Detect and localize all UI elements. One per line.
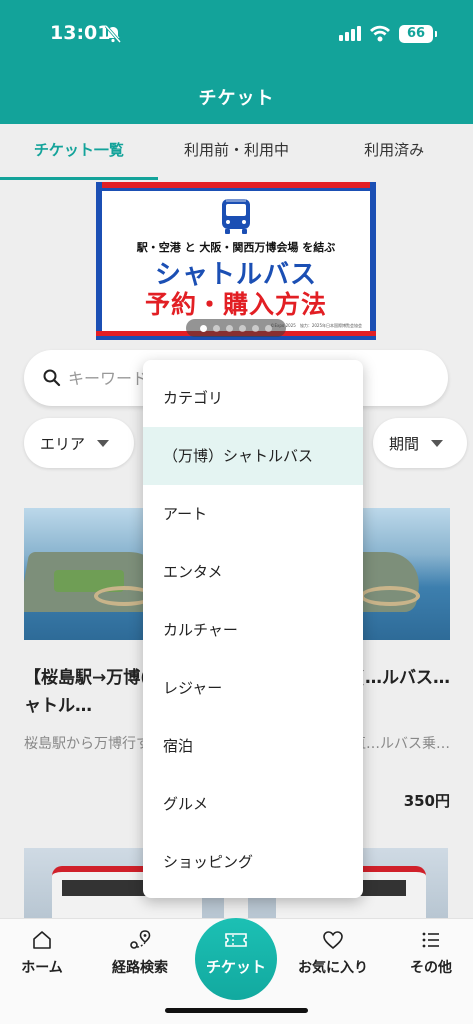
ticket-icon xyxy=(225,933,247,947)
menu-icon xyxy=(422,932,439,948)
carousel-indicator[interactable] xyxy=(186,319,286,337)
tab-before-in-use[interactable]: 利用前・利用中 xyxy=(158,124,316,182)
dropdown-item-lodging[interactable]: 宿泊 xyxy=(143,717,363,775)
dropdown-item-category[interactable]: カテゴリ xyxy=(143,369,363,427)
wifi-icon xyxy=(370,25,390,42)
banner-stripe xyxy=(96,188,376,191)
carousel-dot[interactable] xyxy=(200,324,207,332)
dropdown-item-gourmet[interactable]: グルメ xyxy=(143,775,363,833)
bus-icon xyxy=(222,199,250,234)
banner-headline-red: 予約・購入方法 xyxy=(144,290,327,319)
app-header: 13:01 66 チケット xyxy=(0,0,473,124)
dropdown-item-culture[interactable]: カルチャー xyxy=(143,601,363,659)
heart-icon xyxy=(323,931,343,950)
period-filter-button[interactable]: 期間 xyxy=(373,418,467,468)
dropdown-item-expo-shuttle-bus[interactable]: （万博）シャトルバス xyxy=(143,427,363,485)
carousel-dot[interactable] xyxy=(252,324,259,332)
carousel-dot[interactable] xyxy=(226,324,233,332)
bell-off-icon xyxy=(104,25,122,43)
home-indicator xyxy=(165,1008,308,1013)
dropdown-item-leisure[interactable]: レジャー xyxy=(143,659,363,717)
caret-down-icon xyxy=(97,439,110,447)
area-filter-button[interactable]: エリア xyxy=(24,418,134,468)
image-ring xyxy=(360,586,420,606)
dropdown-item-art[interactable]: アート xyxy=(143,485,363,543)
nav-home-label: ホーム xyxy=(21,960,63,976)
nav-ticket-button[interactable]: チケット xyxy=(195,918,277,1000)
nav-favorites-label: お気に入り xyxy=(298,960,368,976)
nav-other-label: その他 xyxy=(410,960,452,976)
area-filter-label: エリア xyxy=(40,434,86,453)
home-icon xyxy=(33,931,51,949)
search-icon xyxy=(43,369,61,387)
route-icon xyxy=(130,930,151,949)
dropdown-item-entertainment[interactable]: エンタメ xyxy=(143,543,363,601)
promo-banner[interactable]: 駅・空港 と 大阪・関西万博会場 を結ぶ シャトルバス 予約・購入方法 ©Exp… xyxy=(96,182,376,340)
tab-used[interactable]: 利用済み xyxy=(315,124,473,182)
nav-favorites[interactable]: お気に入り xyxy=(288,929,378,977)
ticket-tabs: チケット一覧 利用前・利用中 利用済み xyxy=(0,124,473,182)
nav-home[interactable]: ホーム xyxy=(0,929,87,977)
banner-subtitle: 駅・空港 と 大阪・関西万博会場 を結ぶ xyxy=(136,241,336,254)
tab-ticket-list[interactable]: チケット一覧 xyxy=(0,124,158,182)
nav-ticket-label: チケット xyxy=(205,958,266,976)
page-title: チケット xyxy=(198,88,275,109)
nav-route-label: 経路検索 xyxy=(112,960,168,976)
dropdown-item-shopping[interactable]: ショッピング xyxy=(143,833,363,891)
carousel-dot[interactable] xyxy=(265,324,272,332)
nav-other[interactable]: その他 xyxy=(386,929,473,977)
period-filter-label: 期間 xyxy=(389,434,420,453)
carousel-dot[interactable] xyxy=(239,324,246,332)
category-dropdown-menu: カテゴリ （万博）シャトルバス アート エンタメ カルチャー レジャー 宿泊 グ… xyxy=(143,360,363,898)
caret-down-icon xyxy=(431,439,444,447)
carousel-dot[interactable] xyxy=(213,324,220,332)
status-time: 13:01 xyxy=(50,22,111,44)
nav-route-search[interactable]: 経路検索 xyxy=(95,929,185,977)
signal-icon xyxy=(339,26,361,41)
battery-indicator: 66 xyxy=(399,25,437,43)
